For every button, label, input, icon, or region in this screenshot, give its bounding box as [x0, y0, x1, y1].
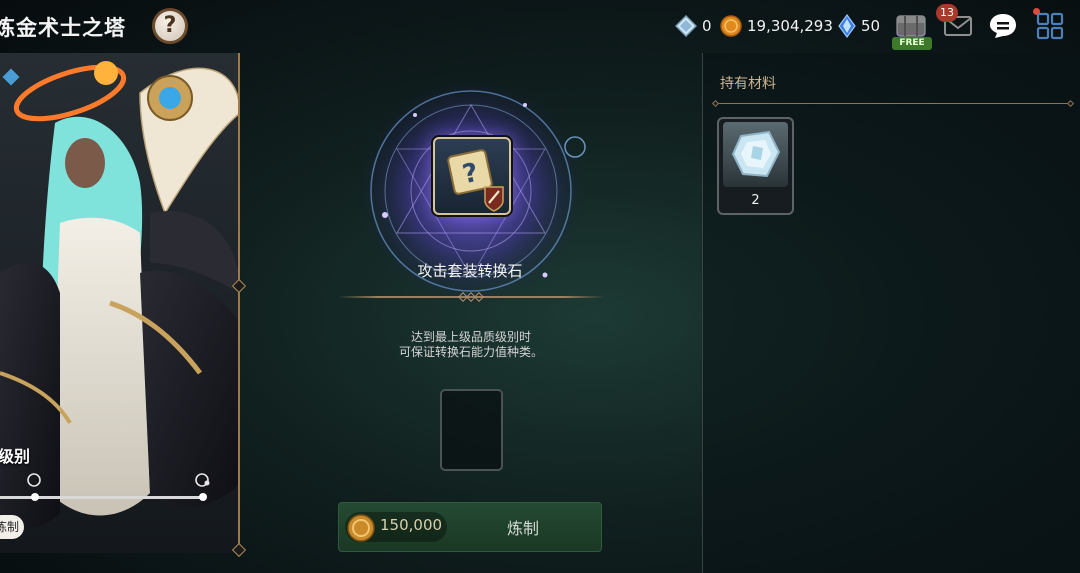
gold-currency: 19,304,293	[720, 14, 833, 38]
grade-label: 级别	[0, 447, 31, 466]
free-label: FREE	[892, 37, 932, 50]
gold-coin-icon	[720, 15, 742, 37]
mail-count-badge: 13	[936, 4, 958, 22]
craft-button-label: 炼制	[506, 519, 539, 538]
top-bar: 炼金术士之塔 ? 0 19,304,293 50 FREE 13	[0, 0, 1080, 52]
craft-cost-value: 150,000	[380, 516, 443, 534]
inventory-divider	[716, 103, 1072, 104]
grade-low-icon	[27, 473, 41, 487]
crystal-icon	[838, 14, 856, 38]
grade-slider-handle-high[interactable]	[199, 493, 207, 501]
result-item-slot[interactable]: ?	[433, 137, 511, 215]
crystal-stone-icon	[731, 130, 781, 178]
result-item-name: 攻击套装转换石	[417, 262, 523, 280]
refine-chip-button[interactable]: 炼制	[0, 515, 24, 539]
chest-icon	[896, 15, 926, 37]
inventory-item-quantity: 2	[751, 193, 760, 208]
mystery-stone-icon: ?	[447, 149, 504, 212]
help-button[interactable]: ?	[152, 8, 188, 44]
crystal-currency: 50	[838, 14, 880, 38]
page-title: 炼金术士之塔	[0, 16, 126, 40]
chat-button[interactable]	[988, 12, 1018, 44]
diamond-amount: 0	[702, 17, 712, 35]
material-input-slot[interactable]	[440, 389, 503, 471]
gold-amount: 19,304,293	[747, 17, 833, 35]
grade-high-icon	[195, 473, 210, 487]
menu-button[interactable]	[1036, 12, 1064, 44]
diamond-icon	[675, 15, 697, 37]
crystal-amount: 50	[861, 17, 881, 35]
result-description: 达到最上级品质级别时 可保证转换石能力值种类。	[350, 330, 592, 360]
gold-coin-icon	[347, 514, 375, 542]
character-panel: 级别 炼制	[0, 53, 240, 553]
inventory-item-image	[723, 122, 788, 187]
divider-ornament	[458, 292, 484, 302]
diamond-currency: 0	[675, 14, 712, 38]
description-line-1: 达到最上级品质级别时	[410, 330, 531, 344]
chat-icon	[990, 14, 1016, 38]
description-line-2: 可保证转换石能力值种类。	[398, 345, 543, 359]
inventory-title: 持有材料	[720, 76, 776, 92]
grid-menu-icon	[1036, 12, 1064, 40]
grade-slider-handle-low[interactable]	[31, 493, 39, 501]
